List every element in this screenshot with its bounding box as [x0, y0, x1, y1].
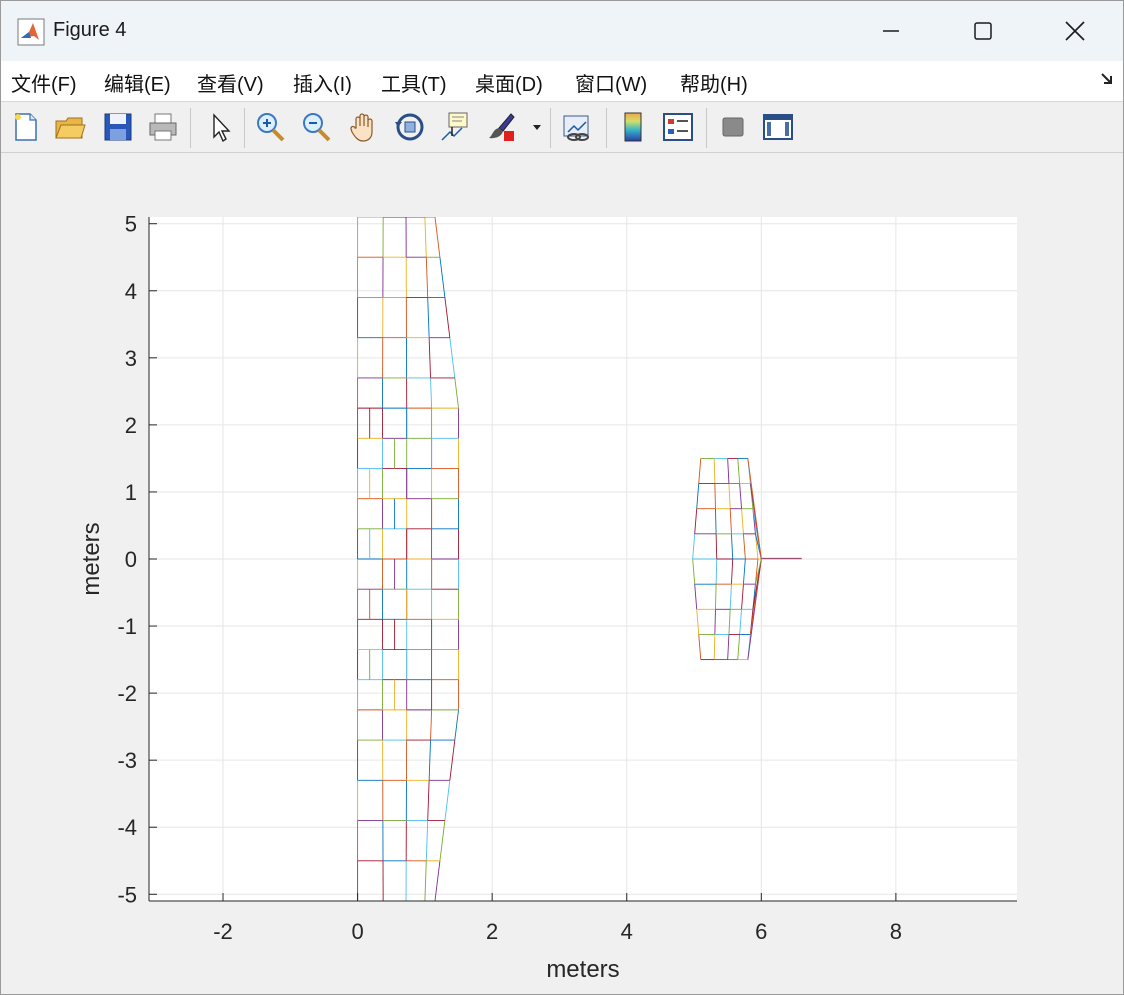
object-vertical-segment	[714, 483, 716, 509]
matlab-logo-icon	[17, 18, 45, 46]
menu-view[interactable]: 查看(V)	[197, 68, 264, 97]
y-tick-label: 2	[125, 413, 137, 438]
menu-desktop[interactable]: 桌面(D)	[475, 68, 543, 97]
colorbar-icon[interactable]	[616, 110, 650, 144]
figure-canvas[interactable]: -2 0 2 4 6 8 5 4 3 2 1 0 -1 -2 -3 -4 -5 meters meters	[1, 153, 1123, 994]
toolbar-separator	[244, 108, 245, 148]
plot-svg[interactable]: -2 0 2 4 6 8 5 4 3 2 1 0 -1 -2 -3 -4 -5 meters meters	[1, 153, 1123, 994]
x-tick-label: 0	[351, 919, 363, 944]
figure-window: Figure 4 文件(F) 编辑(E) 查看(V) 插入(I) 工具(T) 桌…	[0, 0, 1124, 995]
y-tick-label: 1	[125, 480, 137, 505]
window-title: Figure 4	[53, 19, 127, 41]
object-vertical-segment	[714, 609, 716, 635]
close-button[interactable]	[1051, 11, 1099, 51]
x-tick-label: 6	[755, 919, 767, 944]
rotate-3d-icon[interactable]	[393, 110, 427, 144]
y-tick-label: 3	[125, 346, 137, 371]
menu-insert[interactable]: 插入(I)	[293, 68, 352, 97]
print-icon[interactable]	[146, 110, 180, 144]
zoom-in-icon[interactable]	[253, 110, 287, 144]
toolbar-separator	[190, 108, 191, 148]
y-tick-label: 0	[125, 547, 137, 572]
zoom-out-icon[interactable]	[299, 110, 333, 144]
y-tick-label: -3	[117, 748, 137, 773]
object-vertical-segment	[713, 458, 716, 484]
menu-file[interactable]: 文件(F)	[11, 68, 77, 97]
x-tick-label: 2	[486, 919, 498, 944]
x-tick-label: 4	[621, 919, 633, 944]
close-icon	[1065, 21, 1085, 41]
menu-edit[interactable]: 编辑(E)	[104, 68, 171, 97]
x-tick-label: -2	[213, 919, 233, 944]
select-arrow-icon[interactable]	[204, 110, 238, 144]
data-cursor-icon[interactable]	[438, 110, 472, 144]
y-axis-label: meters	[78, 522, 105, 595]
title-bar[interactable]: Figure 4	[1, 1, 1123, 61]
y-tick-label: -4	[117, 815, 137, 840]
object-vertical-segment	[715, 558, 718, 585]
show-plot-tools-icon[interactable]	[761, 110, 795, 144]
object-vertical-segment	[713, 634, 716, 660]
brush-dropdown-icon[interactable]	[529, 110, 545, 144]
object-vertical-segment	[715, 533, 718, 560]
minimize-button[interactable]	[867, 11, 915, 51]
open-file-icon[interactable]	[53, 110, 87, 144]
menu-help[interactable]: 帮助(H)	[680, 68, 748, 97]
toolbar-separator	[706, 108, 707, 148]
y-tick-label: -2	[117, 681, 137, 706]
y-tick-label: 5	[125, 212, 137, 237]
dock-arrow-icon[interactable]	[1099, 71, 1115, 87]
y-tick-label: -5	[117, 882, 137, 907]
new-figure-icon[interactable]	[9, 110, 43, 144]
link-plot-icon[interactable]	[560, 110, 594, 144]
object-vertical-segment	[715, 508, 717, 534]
save-icon[interactable]	[101, 110, 135, 144]
x-tick-label: 8	[890, 919, 902, 944]
x-axis-label: meters	[546, 956, 619, 983]
maximize-icon	[974, 22, 992, 40]
hide-plot-tools-icon[interactable]	[716, 110, 750, 144]
object-vertical-segment	[715, 584, 717, 610]
menu-bar: 文件(F) 编辑(E) 查看(V) 插入(I) 工具(T) 桌面(D) 窗口(W…	[1, 61, 1123, 102]
brush-icon[interactable]	[485, 110, 519, 144]
figure-toolbar	[1, 102, 1123, 153]
y-tick-label: 4	[125, 279, 137, 304]
menu-tools[interactable]: 工具(T)	[381, 68, 447, 97]
toolbar-separator	[606, 108, 607, 148]
pan-hand-icon[interactable]	[347, 110, 381, 144]
legend-icon[interactable]	[661, 110, 695, 144]
maximize-button[interactable]	[959, 11, 1007, 51]
y-tick-label: -1	[117, 614, 137, 639]
minimize-icon	[883, 30, 899, 32]
toolbar-separator	[550, 108, 551, 148]
menu-window[interactable]: 窗口(W)	[575, 68, 647, 97]
